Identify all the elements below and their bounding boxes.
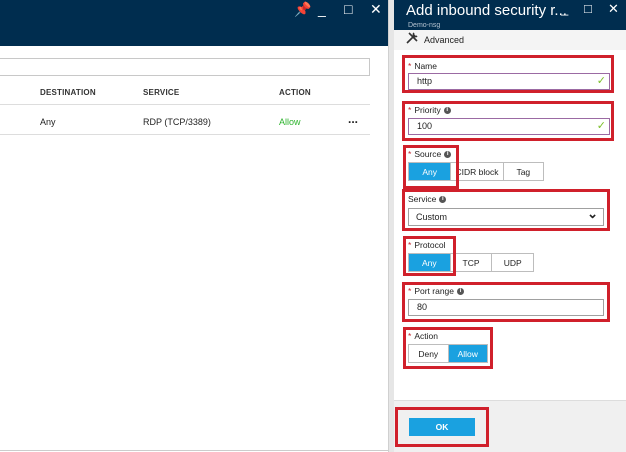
column-header-destination[interactable]: DESTINATION: [40, 88, 96, 97]
tools-icon[interactable]: [406, 32, 418, 47]
info-icon: i: [457, 288, 465, 296]
ok-button[interactable]: OK: [409, 418, 475, 436]
close-icon[interactable]: ✕: [370, 2, 382, 16]
blade-subtitle: Demo-nsg: [408, 22, 441, 29]
cell-service: RDP (TCP/3389): [143, 117, 211, 127]
annotation-box: [403, 236, 456, 276]
priority-field[interactable]: 100 ✓: [408, 118, 610, 135]
cell-destination: Any: [40, 117, 56, 127]
column-header-service[interactable]: SERVICE: [143, 88, 179, 97]
check-icon: ✓: [596, 120, 606, 132]
cell-action: Allow: [279, 117, 301, 127]
action-toggle[interactable]: Deny Allow: [408, 344, 488, 363]
source-option-cidr[interactable]: CIDR block: [451, 163, 504, 180]
divider: [0, 134, 370, 135]
port-range-field[interactable]: 80: [408, 299, 604, 316]
check-icon: ✓: [596, 75, 606, 87]
action-option-deny[interactable]: Deny: [409, 345, 449, 362]
annotation-box: [403, 145, 459, 189]
info-icon: i: [439, 196, 447, 204]
name-field[interactable]: http ✓: [408, 73, 610, 90]
advanced-button[interactable]: Advanced: [424, 35, 464, 45]
service-label: Service i: [408, 194, 447, 204]
close-icon[interactable]: ✕: [608, 2, 619, 16]
source-option-tag[interactable]: Tag: [504, 163, 543, 180]
port-range-label: * Port range i: [408, 286, 465, 296]
column-header-action[interactable]: ACTION: [279, 88, 311, 97]
maximize-icon[interactable]: □: [584, 2, 592, 16]
service-dropdown[interactable]: Custom ⌄: [408, 206, 604, 226]
filter-input[interactable]: [0, 58, 370, 76]
minimize-icon[interactable]: _: [561, 2, 568, 16]
maximize-icon[interactable]: □: [344, 2, 352, 16]
protocol-option-udp[interactable]: UDP: [492, 254, 533, 271]
chevron-down-icon: ⌄: [587, 206, 598, 221]
divider: [0, 450, 388, 451]
name-label: * Name: [408, 61, 437, 71]
priority-label: * Priority i: [408, 105, 451, 115]
more-options-icon[interactable]: ...: [348, 112, 358, 126]
pin-icon[interactable]: 📌: [294, 2, 311, 16]
action-label: * Action: [408, 331, 438, 341]
action-option-allow[interactable]: Allow: [448, 345, 487, 362]
left-blade-header: [0, 0, 388, 46]
minimize-icon[interactable]: _: [318, 2, 326, 16]
protocol-option-tcp[interactable]: TCP: [451, 254, 493, 271]
blade-title: Add inbound security r...: [406, 2, 567, 19]
info-icon: i: [443, 107, 451, 115]
